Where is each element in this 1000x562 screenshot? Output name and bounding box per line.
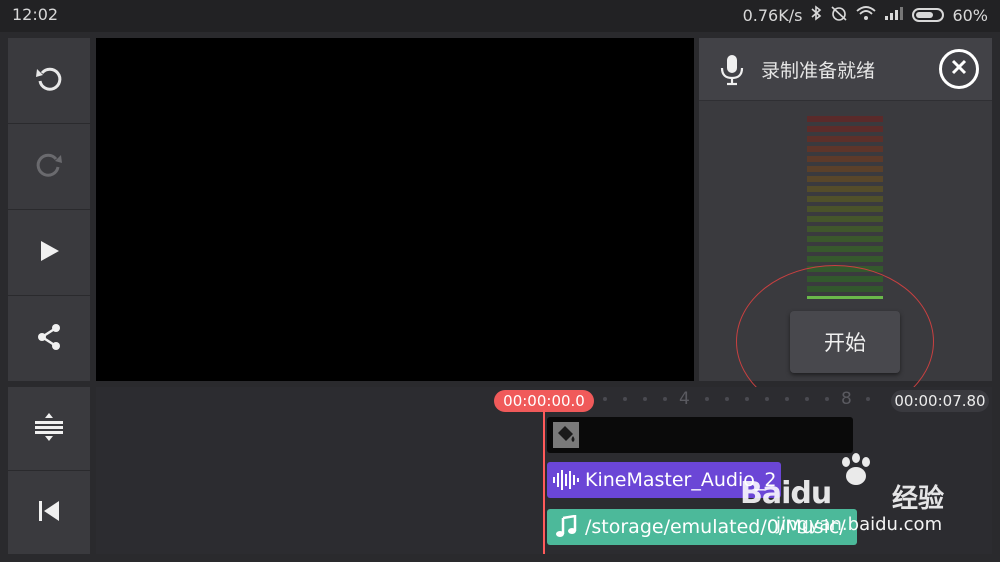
- close-button[interactable]: [939, 49, 979, 89]
- left-toolbar: [8, 38, 90, 381]
- record-status-text: 录制准备就绪: [761, 60, 876, 82]
- ruler-label-4: 4: [679, 389, 690, 409]
- microphone-icon: [719, 54, 745, 90]
- redo-button[interactable]: [8, 124, 90, 210]
- paint-bucket-icon: [547, 417, 585, 453]
- expand-vertical-icon: [33, 411, 65, 447]
- ruler-label-8: 8: [841, 389, 852, 409]
- timeline-toolbar: [8, 387, 90, 554]
- video-preview[interactable]: [96, 38, 694, 381]
- share-icon: [33, 321, 65, 357]
- signal-icon: [884, 5, 904, 25]
- ruler-dot: [805, 397, 809, 401]
- music-track-clip[interactable]: /storage/emulated/0/Music/: [547, 509, 857, 545]
- audio-track-label: KineMaster_Audio_2: [585, 469, 777, 491]
- total-duration: 00:00:07.80: [891, 390, 989, 412]
- ruler-dot: [603, 397, 607, 401]
- video-track-clip[interactable]: [547, 417, 853, 453]
- bluetooth-icon: [810, 5, 822, 25]
- battery-level: 60%: [952, 5, 988, 25]
- skip-start-icon: [33, 495, 65, 531]
- skip-to-start-button[interactable]: [8, 471, 90, 554]
- audio-level-meter: [807, 116, 883, 302]
- music-note-icon: [547, 509, 585, 545]
- audio-track-clip[interactable]: KineMaster_Audio_2: [547, 462, 781, 498]
- alarm-off-icon: [830, 5, 848, 25]
- battery-icon: [912, 8, 945, 22]
- expand-tracks-button[interactable]: [8, 387, 90, 471]
- undo-icon: [33, 63, 65, 99]
- ruler-dot: [785, 397, 789, 401]
- ruler-dot: [623, 397, 627, 401]
- waveform-icon: [547, 462, 585, 498]
- playhead[interactable]: [543, 410, 545, 554]
- ruler-dot: [705, 397, 709, 401]
- redo-icon: [33, 149, 65, 185]
- network-speed: 0.76K/s: [742, 5, 803, 25]
- status-bar: 12:02 0.76K/s 60%: [0, 0, 1000, 32]
- ruler-dot: [663, 397, 667, 401]
- ruler-dot: [643, 397, 647, 401]
- ruler-dot: [725, 397, 729, 401]
- share-button[interactable]: [8, 296, 90, 381]
- ruler-dot: [765, 397, 769, 401]
- ruler-dot: [825, 397, 829, 401]
- music-track-label: /storage/emulated/0/Music/: [585, 516, 846, 538]
- ruler-dot: [745, 397, 749, 401]
- start-record-button[interactable]: 开始: [790, 311, 900, 373]
- wifi-icon: [856, 5, 877, 25]
- current-time-indicator: 00:00:00.0: [494, 390, 594, 412]
- play-icon: [33, 235, 65, 271]
- record-panel-header: 录制准备就绪: [699, 38, 992, 101]
- voice-record-panel: 录制准备就绪 开始: [699, 38, 992, 381]
- ruler-dot: [866, 397, 870, 401]
- close-icon: [950, 58, 968, 80]
- play-button[interactable]: [8, 210, 90, 296]
- status-time: 12:02: [12, 5, 59, 24]
- undo-button[interactable]: [8, 38, 90, 124]
